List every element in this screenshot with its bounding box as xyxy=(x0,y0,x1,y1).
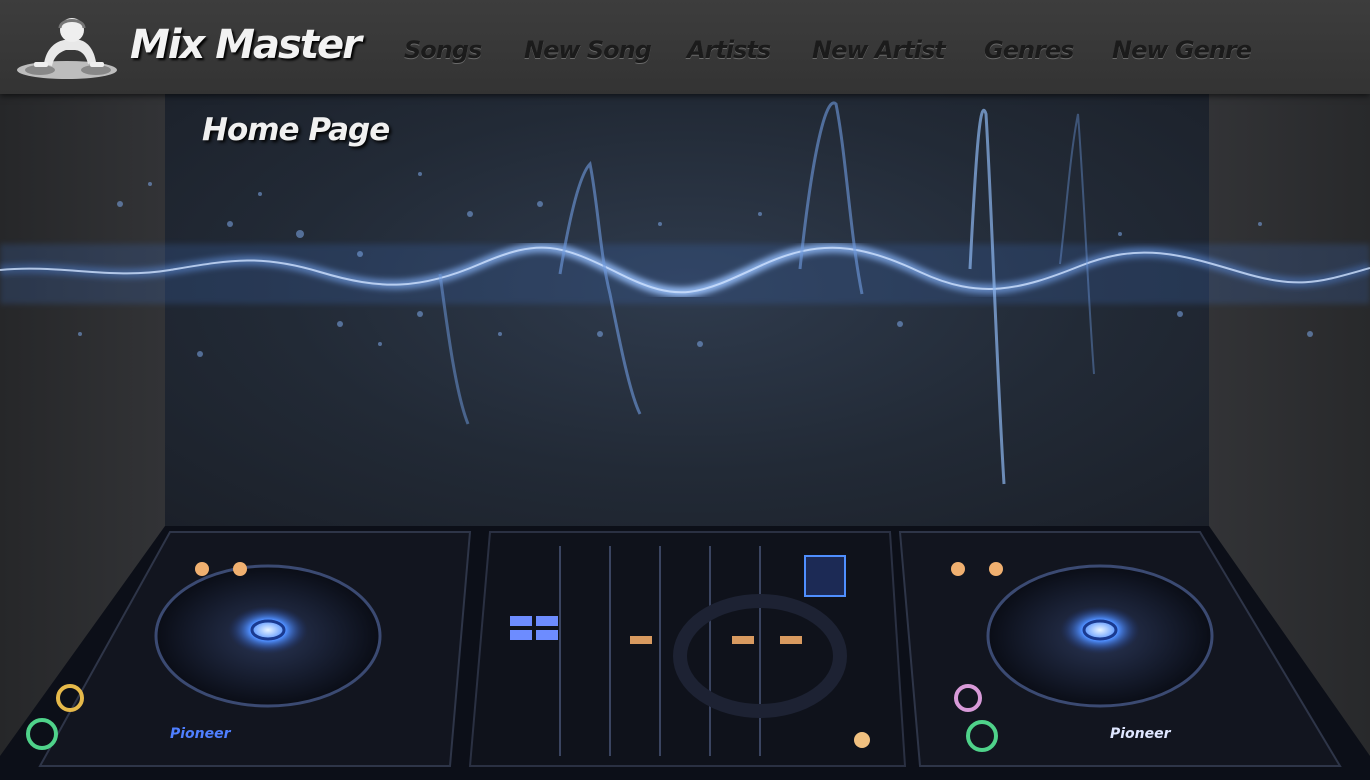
nav-new-song[interactable]: New Song xyxy=(524,36,652,64)
dj-deck-graphic: Pioneer Pioneer xyxy=(0,526,1370,780)
nav-new-artist[interactable]: New Artist xyxy=(812,36,946,64)
nav-genres[interactable]: Genres xyxy=(984,36,1074,64)
deck-brand-left: Pioneer xyxy=(170,726,232,742)
deck-brand-right: Pioneer xyxy=(1110,726,1172,742)
nav-artists[interactable]: Artists xyxy=(687,36,771,64)
dj-logo-icon[interactable] xyxy=(14,14,120,80)
nav-songs[interactable]: Songs xyxy=(404,36,482,64)
content-panel xyxy=(165,94,1209,526)
nav-new-genre[interactable]: New Genre xyxy=(1112,36,1252,64)
page-title: Home Page xyxy=(202,112,390,148)
brand-title[interactable]: Mix Master xyxy=(130,22,362,68)
top-navbar: Mix Master Songs New Song Artists New Ar… xyxy=(0,0,1370,94)
